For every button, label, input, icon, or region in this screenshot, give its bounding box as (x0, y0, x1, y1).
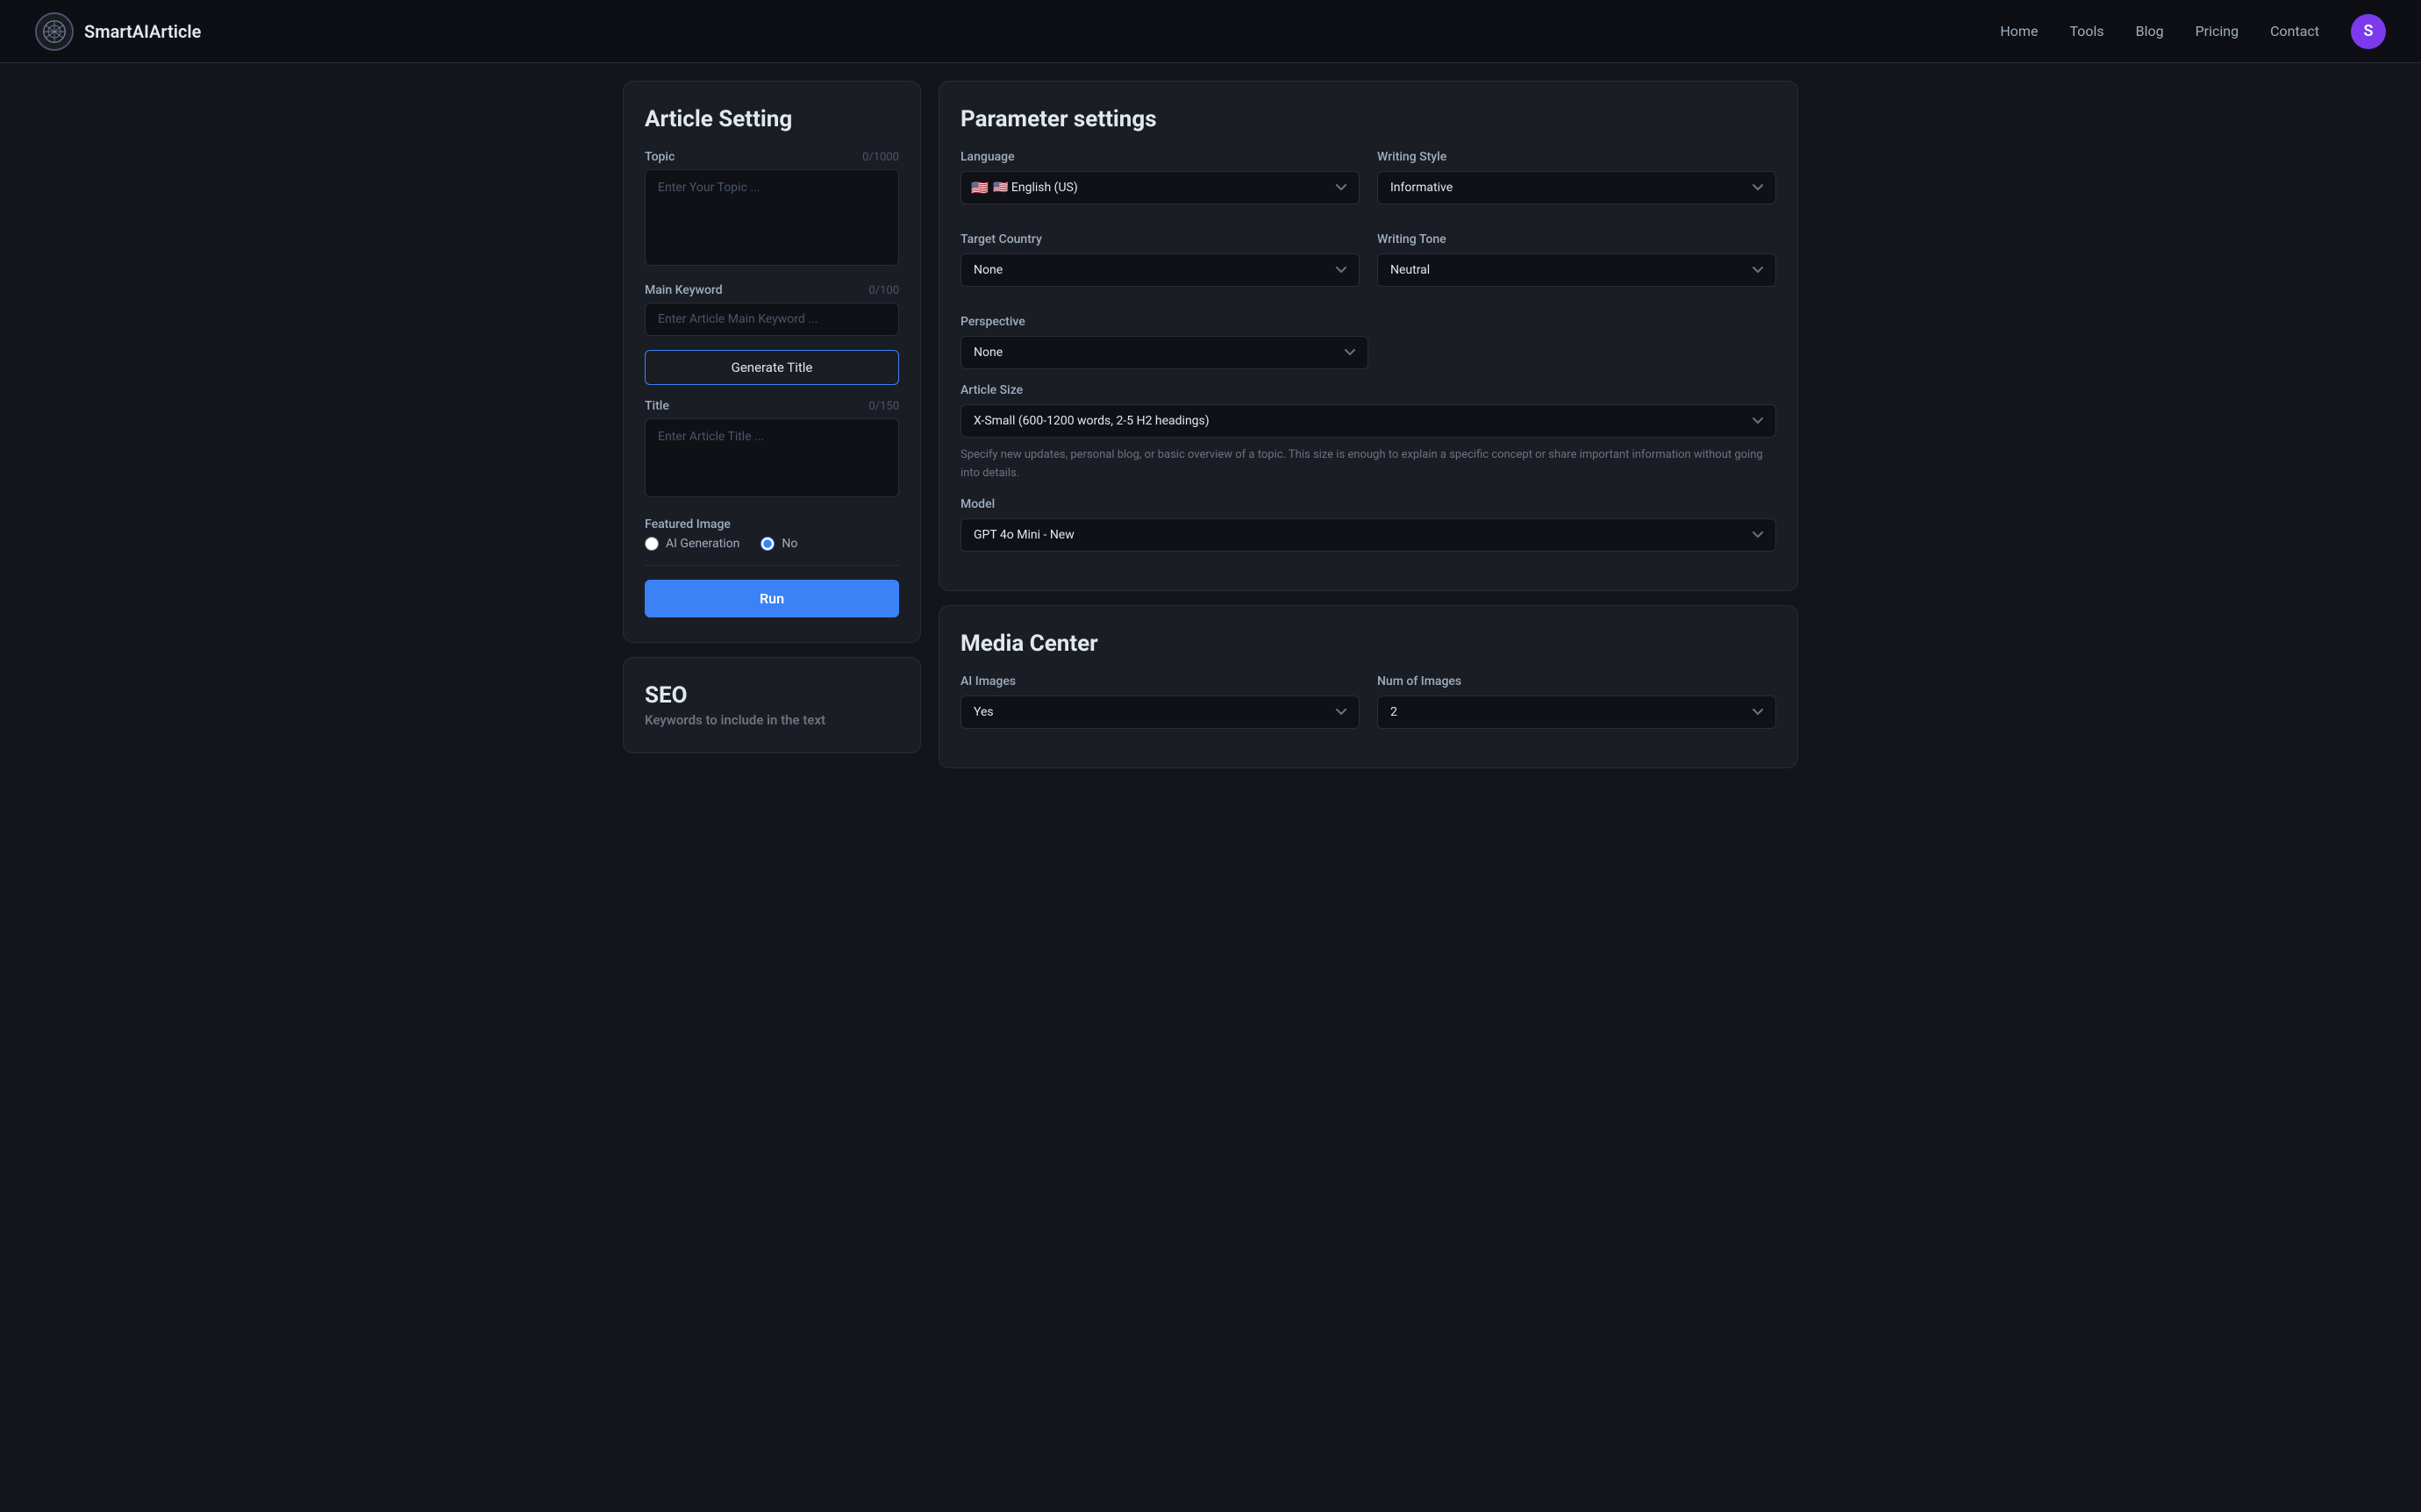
run-button[interactable]: Run (645, 580, 899, 617)
logo-icon (35, 12, 74, 51)
seo-card: SEO Keywords to include in the text (623, 657, 921, 753)
perspective-label: Perspective (961, 315, 1776, 329)
nav-contact[interactable]: Contact (2270, 23, 2319, 39)
ai-generation-option[interactable]: AI Generation (645, 537, 739, 551)
language-select-wrapper: 🇺🇸 🇺🇸 English (US) Spanish French German (961, 171, 1360, 204)
target-country-label: Target Country (961, 232, 1360, 246)
media-grid: AI Images Yes No Num of Images 1 2 3 4 5 (961, 674, 1776, 743)
topic-counter: 0/1000 (862, 151, 899, 164)
parameter-settings-card: Parameter settings Language 🇺🇸 🇺🇸 Englis… (939, 81, 1798, 591)
no-image-label: No (782, 537, 797, 551)
user-avatar[interactable]: S (2351, 14, 2386, 49)
main-keyword-input[interactable] (645, 303, 899, 336)
target-country-select[interactable]: None United States United Kingdom Canada (961, 253, 1360, 287)
topic-input[interactable] (645, 169, 899, 266)
topic-label-row: Topic 0/1000 (645, 150, 899, 164)
featured-image-radio-group: AI Generation No (645, 537, 899, 551)
featured-image-group: Featured Image AI Generation No (645, 515, 899, 551)
ai-generation-radio[interactable] (645, 537, 659, 551)
navbar: SmartAIArticle Home Tools Blog Pricing C… (0, 0, 2421, 63)
divider (645, 565, 899, 566)
article-title-label-row: Title 0/150 (645, 399, 899, 413)
article-size-section: Article Size X-Small (600-1200 words, 2-… (961, 383, 1776, 483)
language-select[interactable]: 🇺🇸 English (US) Spanish French German (961, 171, 1360, 204)
article-title-group: Title 0/150 (645, 399, 899, 501)
right-column: Parameter settings Language 🇺🇸 🇺🇸 Englis… (939, 81, 1798, 768)
article-title-counter: 0/150 (868, 400, 899, 413)
perspective-section: Perspective None First Person Second Per… (961, 315, 1776, 369)
language-style-grid: Language 🇺🇸 🇺🇸 English (US) Spanish Fren… (961, 150, 1776, 218)
target-country-section: Target Country None United States United… (961, 232, 1360, 287)
no-image-option[interactable]: No (761, 537, 797, 551)
num-images-section: Num of Images 1 2 3 4 5 (1377, 674, 1776, 729)
media-center-title: Media Center (961, 631, 1776, 657)
model-select[interactable]: GPT 4o Mini - New GPT 4o GPT 3.5 Turbo (961, 518, 1776, 552)
model-label: Model (961, 497, 1776, 511)
brand-name: SmartAIArticle (84, 21, 201, 42)
writing-style-section: Writing Style Informative Conversational… (1377, 150, 1776, 204)
article-size-label: Article Size (961, 383, 1776, 397)
main-keyword-label: Main Keyword (645, 283, 723, 297)
language-label: Language (961, 150, 1360, 164)
article-title-label: Title (645, 399, 669, 413)
article-title-input[interactable] (645, 418, 899, 497)
main-keyword-group: Main Keyword 0/100 (645, 283, 899, 336)
article-setting-title: Article Setting (645, 106, 899, 132)
no-image-radio[interactable] (761, 537, 775, 551)
brand: SmartAIArticle (35, 12, 201, 51)
nav-home[interactable]: Home (2000, 23, 2038, 39)
nav-pricing[interactable]: Pricing (2196, 23, 2239, 39)
nav-blog[interactable]: Blog (2136, 23, 2164, 39)
perspective-select[interactable]: None First Person Second Person Third Pe… (961, 336, 1368, 369)
main-keyword-counter: 0/100 (868, 284, 899, 297)
parameter-settings-title: Parameter settings (961, 106, 1776, 132)
nav-tools[interactable]: Tools (2069, 23, 2103, 39)
seo-subtitle: Keywords to include in the text (645, 712, 899, 728)
nav-links: Home Tools Blog Pricing Contact S (2000, 14, 2386, 49)
featured-image-label: Featured Image (645, 517, 731, 531)
writing-tone-label: Writing Tone (1377, 232, 1776, 246)
writing-tone-section: Writing Tone Neutral Formal Casual Optim… (1377, 232, 1776, 287)
num-images-label: Num of Images (1377, 674, 1776, 688)
article-setting-card: Article Setting Topic 0/1000 Main Keywor… (623, 81, 921, 643)
generate-title-button[interactable]: Generate Title (645, 350, 899, 385)
topic-label: Topic (645, 150, 675, 164)
writing-tone-select[interactable]: Neutral Formal Casual Optimistic (1377, 253, 1776, 287)
seo-title: SEO (645, 682, 899, 709)
article-size-description: Specify new updates, personal blog, or b… (961, 446, 1776, 483)
article-size-select[interactable]: X-Small (600-1200 words, 2-5 H2 headings… (961, 404, 1776, 438)
media-center-card: Media Center AI Images Yes No Num of Ima… (939, 605, 1798, 768)
ai-images-select[interactable]: Yes No (961, 695, 1360, 729)
ai-generation-label: AI Generation (666, 537, 739, 551)
num-images-select[interactable]: 1 2 3 4 5 (1377, 695, 1776, 729)
language-section: Language 🇺🇸 🇺🇸 English (US) Spanish Fren… (961, 150, 1360, 204)
left-column: Article Setting Topic 0/1000 Main Keywor… (623, 81, 921, 768)
topic-group: Topic 0/1000 (645, 150, 899, 269)
writing-style-label: Writing Style (1377, 150, 1776, 164)
ai-images-label: AI Images (961, 674, 1360, 688)
ai-images-section: AI Images Yes No (961, 674, 1360, 729)
writing-style-select[interactable]: Informative Conversational Professional … (1377, 171, 1776, 204)
model-section: Model GPT 4o Mini - New GPT 4o GPT 3.5 T… (961, 497, 1776, 552)
main-keyword-label-row: Main Keyword 0/100 (645, 283, 899, 297)
main-content: Article Setting Topic 0/1000 Main Keywor… (596, 63, 1825, 786)
country-tone-grid: Target Country None United States United… (961, 232, 1776, 301)
